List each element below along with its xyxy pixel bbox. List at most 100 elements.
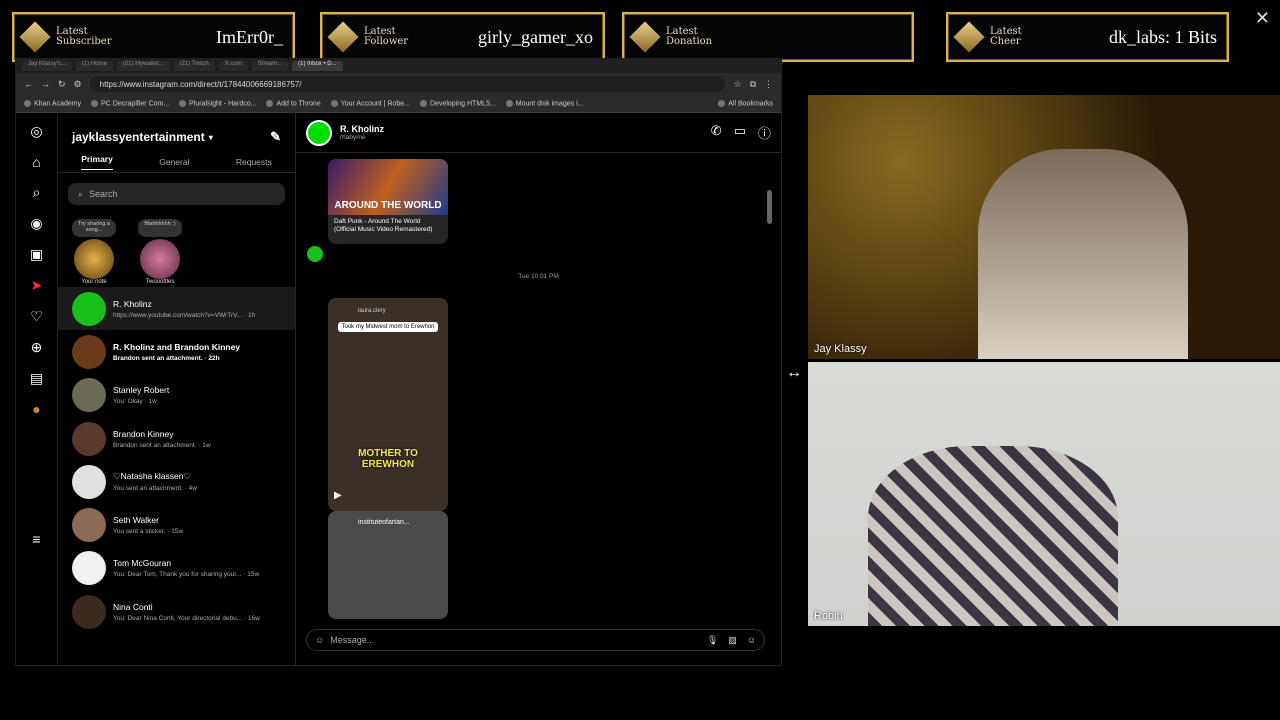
avatar	[72, 594, 106, 629]
shared-reel-card[interactable]: laura.clery Took my Midwest mom to Erewh…	[328, 298, 448, 511]
conversation-item[interactable]: Tom McGouran You: Dear Tom, Thank you for…	[58, 547, 295, 590]
chevron-down-icon: ▾	[208, 132, 213, 142]
message-placeholder: Message...	[330, 635, 375, 645]
address-bar[interactable]: https://www.instagram.com/direct/t/17844…	[89, 76, 726, 92]
bookmark-item[interactable]: PC Decrapifier Com...	[91, 100, 169, 107]
note-item[interactable]: Blahhhhhh :) Twooottles	[138, 219, 182, 285]
conversation-item[interactable]: Brandon Kinney Brandon sent an attachment…	[58, 417, 295, 460]
tab-general[interactable]: General	[159, 157, 189, 167]
conversation-item[interactable]: R. Kholinz https://www.youtube.com/watch?…	[58, 287, 295, 331]
messages-icon[interactable]: ➤	[31, 277, 43, 294]
conversation-item[interactable]: Seth Walker You sent a sticker. · 15w	[58, 503, 295, 546]
bookmark-item[interactable]: Khan Academy	[24, 100, 81, 107]
browser-tab[interactable]: (1) Home	[75, 61, 113, 71]
create-icon[interactable]: ⊕	[31, 339, 43, 356]
extensions-icon[interactable]: ⧉	[750, 79, 756, 90]
conversation-preview: You: Dear Nina Conti, Your directorial d…	[113, 614, 260, 622]
latest-donation-alert: Latest Donation	[622, 12, 914, 62]
message-input[interactable]: ☺ Message... 🎙 ▨ ☺	[306, 629, 765, 651]
inbox-tabs: Primary General Requests	[58, 151, 295, 173]
menu-icon[interactable]: ⋮	[764, 79, 773, 90]
alert-label: Latest Follower	[364, 26, 409, 47]
browser-tab[interactable]: (21) Twitch	[173, 61, 215, 71]
alert-value: ImErr0r_	[216, 26, 283, 47]
resize-cursor-icon: ↔	[786, 364, 802, 381]
reel-user: instituteofartan...	[358, 519, 410, 526]
browser-tab[interactable]: Stream...	[251, 61, 289, 71]
phone-icon[interactable]: ✆	[711, 123, 722, 142]
scrollbar-thumb[interactable]	[767, 190, 772, 224]
reel-user: laura.clery	[358, 308, 386, 314]
conversation-name: Seth Walker	[113, 515, 159, 526]
avatar	[74, 239, 114, 279]
shared-reel-card[interactable]: instituteofartan...	[328, 511, 448, 619]
back-icon[interactable]: ←	[24, 79, 33, 89]
browser-tab[interactable]: (1) Inbox • D...	[292, 61, 343, 71]
dashboard-icon[interactable]: ▤	[30, 370, 43, 387]
bookmark-item[interactable]: Developing HTML5...	[420, 100, 496, 107]
browser-toolbar: ← → ↻ ⚙ https://www.instagram.com/direct…	[16, 73, 781, 95]
search-icon[interactable]: ⌕	[33, 184, 41, 201]
thread-name[interactable]: R. Kholinz	[340, 124, 384, 134]
avatar	[72, 334, 106, 369]
sticker-icon[interactable]: ☺	[747, 635, 756, 646]
forward-icon[interactable]: →	[41, 79, 50, 89]
gem-icon	[953, 21, 985, 53]
tab-primary[interactable]: Primary	[81, 154, 113, 170]
avatar	[72, 421, 106, 456]
bookmark-item[interactable]: Add to Throne	[266, 100, 320, 107]
thread-username: rhabyrne	[340, 134, 366, 141]
sender-avatar	[307, 246, 323, 262]
bookmark-item[interactable]: Your Account | Robe...	[331, 100, 410, 107]
explore-icon[interactable]: ◉	[30, 215, 42, 232]
conversation-item[interactable]: R. Kholinz and Brandon Kinney Brandon sen…	[58, 330, 295, 373]
reel-icon: ▶	[334, 490, 342, 501]
conversation-name: Nina Conti	[113, 601, 153, 612]
thread-panel: R. Kholinz rhabyrne ✆ ▭ ⓘ AROUND THE WOR…	[296, 113, 781, 665]
cam-name: Robin	[814, 610, 843, 622]
tab-strip: Jay Klassy's... (1) Home (21) Mywallet..…	[16, 59, 781, 73]
info-icon[interactable]: ⓘ	[758, 123, 771, 142]
emoji-icon[interactable]: ☺	[315, 635, 324, 645]
scrollbar[interactable]	[767, 158, 773, 615]
conversation-item[interactable]: Nina Conti You: Dear Nina Conti, Your dir…	[58, 590, 295, 633]
note-item[interactable]: Try sharing a song... Your note	[72, 219, 116, 285]
microphone-icon[interactable]: 🎙	[707, 635, 718, 646]
image-icon[interactable]: ▨	[728, 635, 737, 646]
reel-overlay-text: MOTHER TO EREWHON	[358, 448, 418, 470]
browser-tab[interactable]: (21) Mywallet...	[116, 61, 170, 71]
search-input[interactable]: ⌕ Search	[68, 183, 285, 205]
conversation-item[interactable]: Stanley Robert You: Okay · 1w	[58, 374, 295, 417]
alert-label: Latest Cheer	[990, 26, 1022, 47]
bookmark-item[interactable]: Mount disk images i...	[506, 100, 584, 107]
dollar-icon	[629, 21, 661, 53]
conversation-preview: You: Okay · 1w	[113, 398, 157, 406]
video-call-icon[interactable]: ▭	[734, 123, 746, 142]
alert-label: Latest Subscriber	[56, 26, 112, 47]
more-menu-icon[interactable]: ≡	[32, 531, 40, 547]
instagram-icon[interactable]: ◎	[30, 123, 42, 140]
tab-requests[interactable]: Requests	[236, 157, 272, 167]
browser-tab[interactable]: X.com	[218, 61, 248, 71]
conversation-name: Brandon Kinney	[113, 428, 174, 439]
latest-subscriber-alert: Latest Subscriber ImErr0r_	[12, 12, 295, 62]
home-icon[interactable]: ⌂	[32, 154, 40, 170]
account-switcher[interactable]: jayklassyentertainment ▾ ✎	[58, 113, 295, 151]
reload-icon[interactable]: ↻	[58, 79, 66, 90]
close-icon[interactable]: ✕	[1255, 8, 1270, 29]
compose-icon[interactable]: ✎	[270, 129, 281, 145]
browser-tab[interactable]: Jay Klassy's...	[22, 61, 72, 71]
shared-video-card[interactable]: AROUND THE WORLD Daft Punk - Around The …	[328, 159, 448, 244]
search-icon: ⌕	[78, 188, 84, 199]
notifications-icon[interactable]: ♡	[30, 308, 43, 325]
avatar[interactable]	[306, 119, 332, 146]
conversation-name: R. Kholinz and Brandon Kinney	[113, 341, 241, 352]
bookmark-item[interactable]: Pluralsight - Hardco...	[179, 100, 256, 107]
avatar	[72, 508, 106, 543]
bookmark-star-icon[interactable]: ☆	[733, 79, 741, 90]
reels-icon[interactable]: ▣	[30, 246, 43, 263]
conversation-item[interactable]: ♡Natasha klassen♡ You sent an attachment.…	[58, 460, 295, 503]
all-bookmarks[interactable]: All Bookmarks	[718, 100, 773, 107]
site-info-icon[interactable]: ⚙	[74, 79, 82, 90]
profile-icon[interactable]: ●	[32, 401, 40, 417]
